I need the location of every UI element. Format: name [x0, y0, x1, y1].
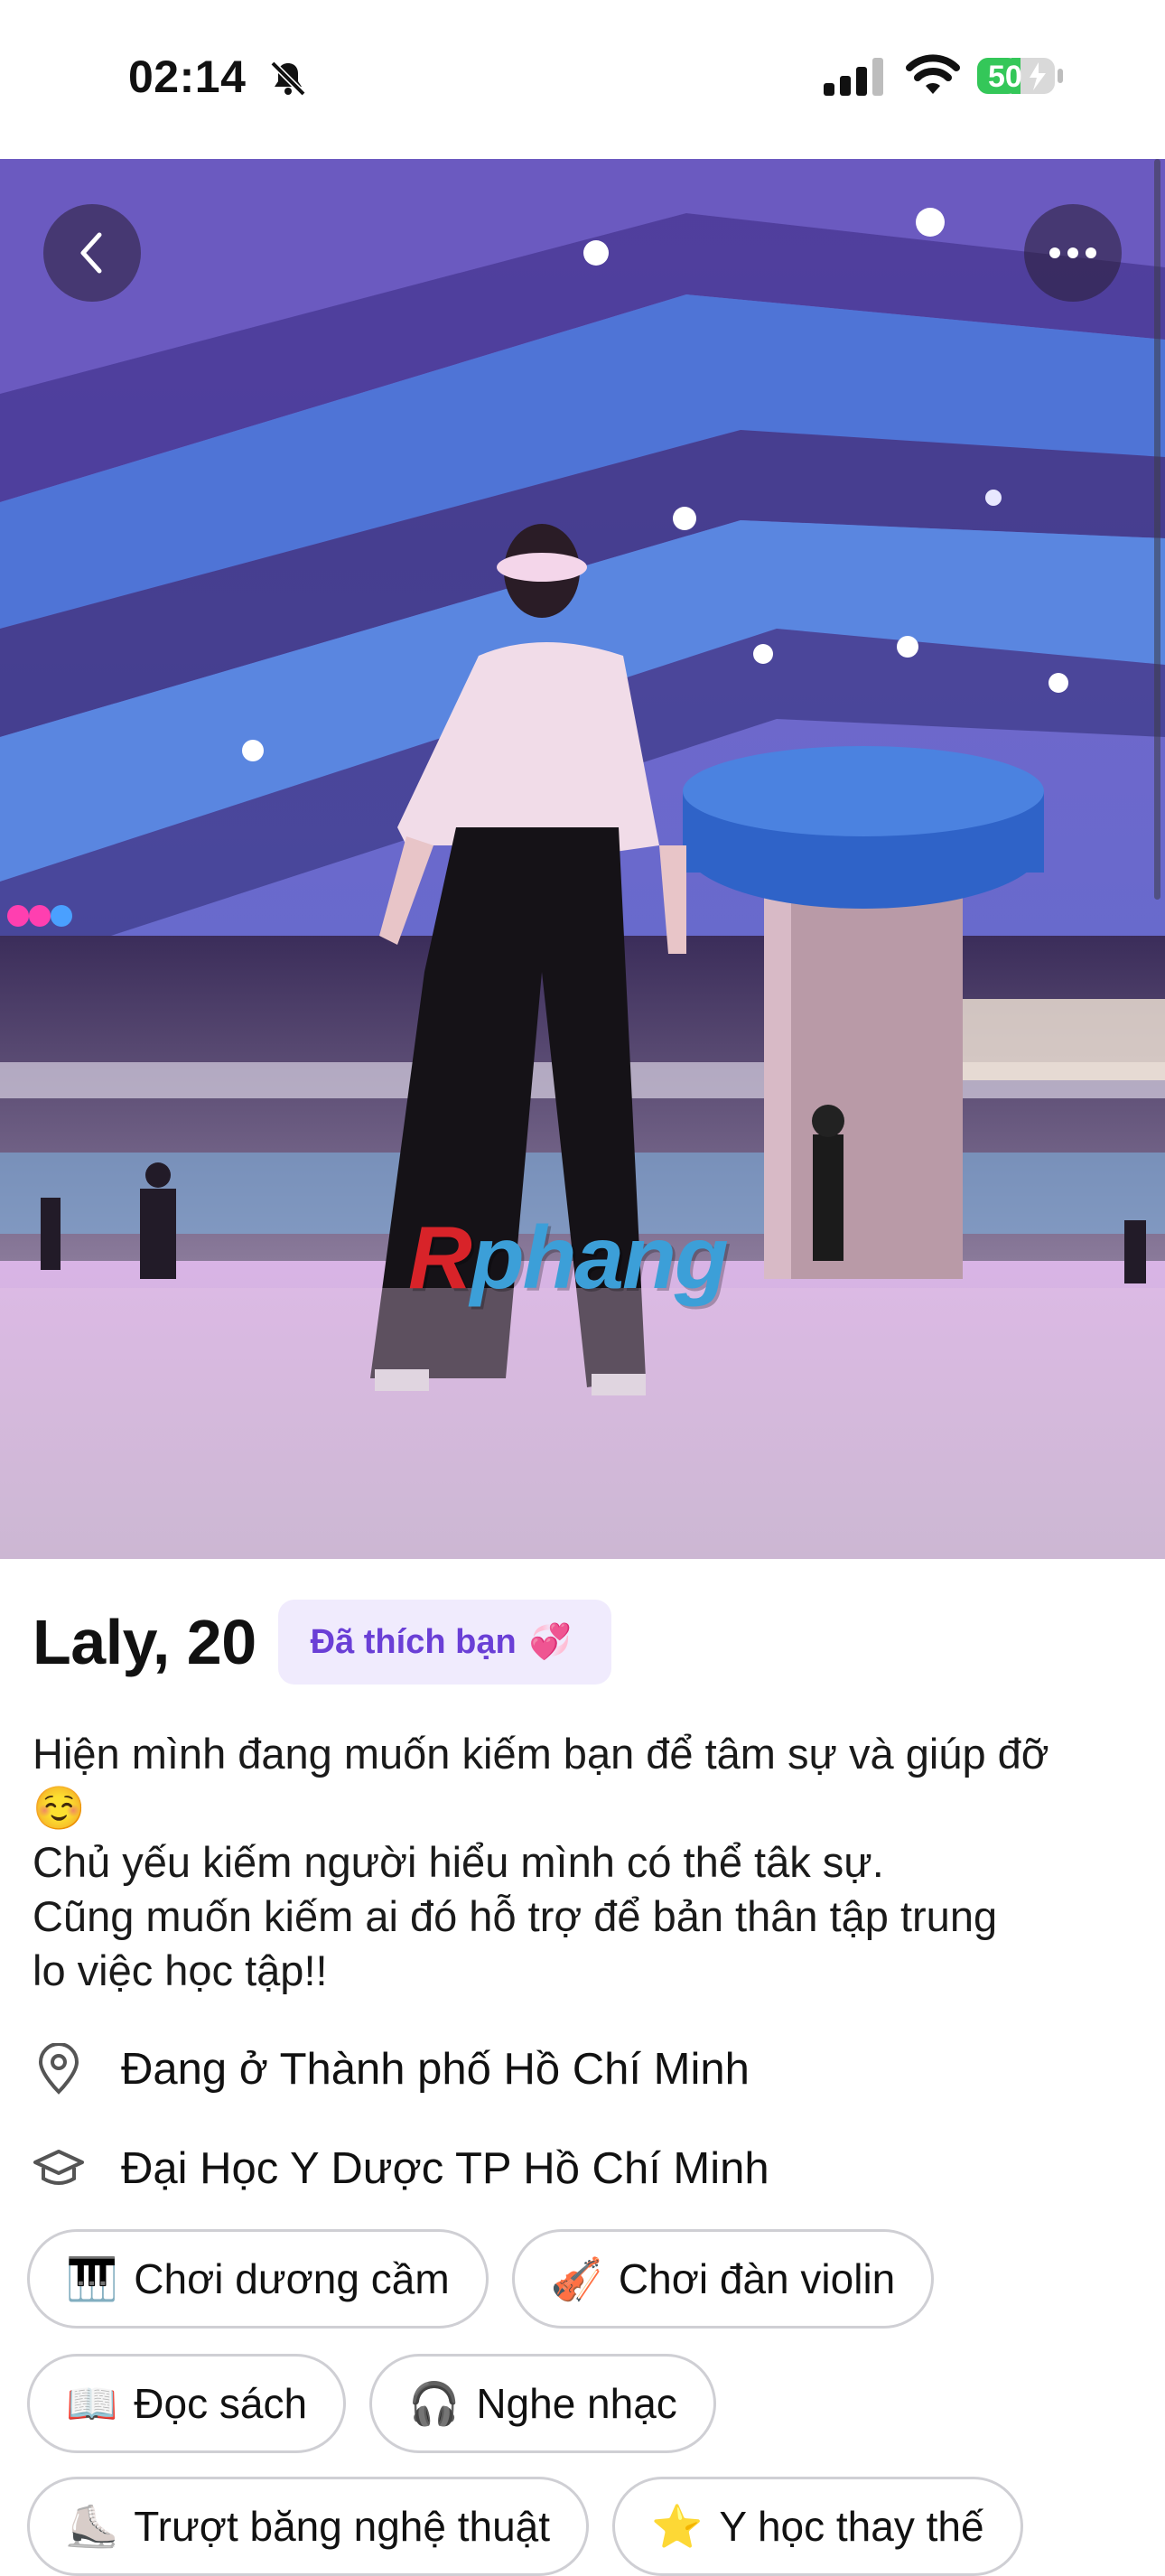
battery-level: 50 [988, 60, 1022, 94]
interest-chip[interactable]: 🎹 Chơi dương cầm [27, 2229, 489, 2329]
interest-label: Đọc sách [134, 2380, 308, 2427]
signal-icon [824, 58, 883, 96]
interest-chip[interactable]: 🎧 Nghe nhạc [369, 2354, 716, 2453]
liked-badge-label: Đã thích bạn [310, 1622, 517, 1661]
liked-you-badge: Đã thích bạn 💞 [277, 1600, 611, 1685]
bio-line: Chủ yếu kiếm người hiểu mình có thể tâk … [33, 1838, 884, 1886]
status-time: 02:14 [128, 51, 247, 102]
violin-icon: 🎻 [550, 2254, 602, 2302]
hearts-icon: 💞 [528, 1623, 572, 1661]
interests-row: 📖 Đọc sách 🎧 Nghe nhạc [27, 2354, 716, 2453]
profile-name-age: Laly, 20 [33, 1607, 256, 1677]
more-dots-icon [1049, 247, 1096, 258]
interest-label: Chơi đàn violin [618, 2255, 896, 2302]
bio-line: lo việc học tập!! [33, 1946, 328, 1994]
wifi-icon [906, 54, 960, 94]
headphones-icon: 🎧 [408, 2379, 461, 2427]
school-row: Đại Học Y Dược TP Hồ Chí Minh [33, 2142, 769, 2195]
bio-line: ☺️ [33, 1784, 86, 1832]
interest-chip[interactable]: 🎻 Chơi đàn violin [511, 2229, 935, 2329]
interest-chip[interactable]: ⛸️ Trượt băng nghệ thuật [27, 2477, 590, 2576]
interest-chip[interactable]: ⭐ Y học thay thế [612, 2477, 1023, 2576]
location-row: Đang ở Thành phố Hồ Chí Minh [33, 2043, 750, 2095]
interest-label: Nghe nhạc [476, 2380, 677, 2427]
location-text: Đang ở Thành phố Hồ Chí Minh [121, 2045, 750, 2094]
status-bar: 02:14 50 [0, 0, 1165, 159]
interest-label: Y học thay thế [719, 2503, 984, 2550]
scroll-indicator[interactable] [1154, 159, 1160, 900]
name-row: Laly, 20 Đã thích bạn 💞 [33, 1599, 611, 1685]
bio-line: Hiện mình đang muốn kiếm bạn để tâm sự v… [33, 1730, 1049, 1778]
watermark: Rphang [408, 1208, 729, 1307]
interest-label: Trượt băng nghệ thuật [134, 2503, 551, 2550]
chevron-left-icon [80, 232, 102, 274]
graduation-cap-icon [33, 2142, 85, 2195]
interest-chip[interactable]: 📖 Đọc sách [27, 2354, 347, 2453]
profile-bio: Hiện mình đang muốn kiếm bạn để tâm sự v… [33, 1727, 1143, 1998]
ice-skate-icon: ⛸️ [66, 2502, 118, 2550]
book-icon: 📖 [66, 2379, 118, 2427]
back-button[interactable] [43, 204, 141, 302]
interests-row: 🎹 Chơi dương cầm 🎻 Chơi đàn violin [27, 2229, 935, 2329]
interest-label: Chơi dương cầm [134, 2255, 450, 2302]
interests-row: ⛸️ Trượt băng nghệ thuật ⭐ Y học thay th… [27, 2477, 1023, 2576]
battery-icon: 50 [975, 54, 1066, 98]
bell-slash-icon [270, 61, 306, 97]
ice-rink-photo [0, 159, 1165, 1559]
more-options-button[interactable] [1024, 204, 1122, 302]
star-icon: ⭐ [651, 2502, 704, 2550]
profile-photo[interactable]: Rphang [0, 159, 1165, 1559]
bio-line: Cũng muốn kiếm ai đó hỗ trợ để bản thân … [33, 1892, 998, 1940]
school-text: Đại Học Y Dược TP Hồ Chí Minh [121, 2144, 769, 2193]
piano-icon: 🎹 [66, 2254, 118, 2302]
location-pin-icon [33, 2043, 85, 2095]
